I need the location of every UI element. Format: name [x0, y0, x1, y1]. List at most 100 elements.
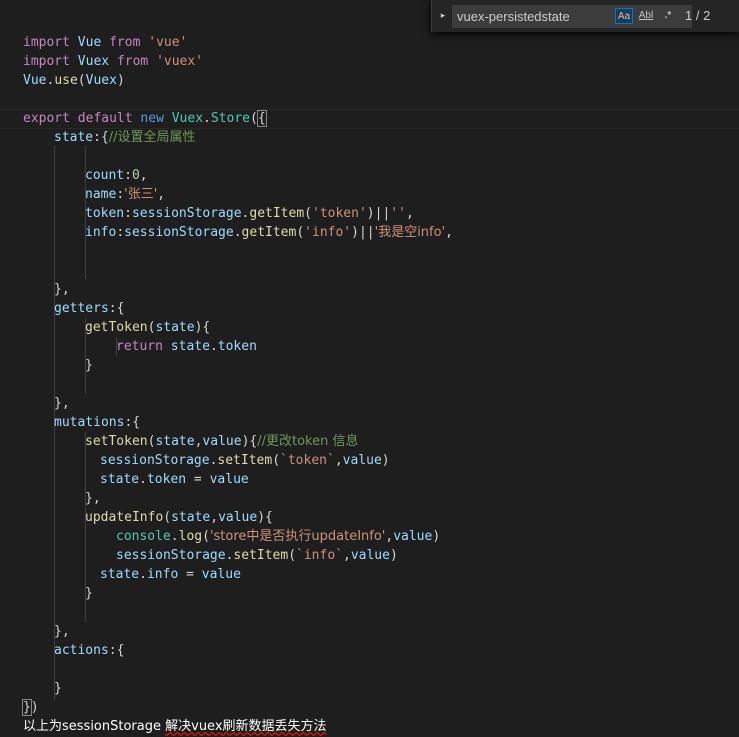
property-token: token: [85, 206, 125, 221]
punctuation-token: .: [139, 472, 147, 487]
identifier-token: value: [342, 453, 382, 468]
punctuation-token: (: [250, 111, 258, 126]
comment-token: //更改token 信息: [257, 434, 359, 449]
punctuation-token: (: [272, 453, 281, 468]
match-case-button[interactable]: Aa: [615, 8, 633, 24]
code-line-3: Vue.use(Vuex): [23, 71, 125, 90]
punctuation-token: ): [389, 548, 398, 563]
keyword-token: export: [23, 111, 70, 126]
punctuation-token: :{: [108, 301, 125, 316]
code-editor[interactable]: import Vue from 'vue' import Vuex from '…: [0, 0, 739, 737]
code-line-27: console.log('store中是否执行updateInfo',value…: [116, 527, 440, 546]
string-token: '张三': [124, 187, 158, 202]
property-token: mutations: [54, 415, 125, 430]
punctuation-token: ,: [334, 453, 343, 468]
keyword-token: import: [23, 54, 70, 69]
code-line-9: name:'张三',: [85, 185, 165, 204]
operator-token: =: [178, 567, 202, 582]
identifier-token: state: [162, 339, 210, 354]
parameter-token: state: [155, 434, 195, 449]
punctuation-token: (: [77, 73, 86, 88]
keyword-token: import: [23, 35, 70, 50]
regex-button[interactable]: .*: [659, 8, 677, 24]
punctuation-token: (: [304, 206, 312, 221]
parameter-token: value: [202, 434, 242, 449]
number-token: 0: [131, 168, 140, 183]
comment-token: //设置全局属性: [108, 130, 196, 145]
punctuation-token: ,: [157, 187, 166, 202]
find-input[interactable]: [457, 6, 612, 27]
property-token: getters: [54, 301, 109, 316]
punctuation-token: },: [85, 491, 101, 506]
identifier-token: Vuex: [85, 73, 117, 88]
string-token: `token`: [280, 453, 335, 468]
punctuation-token: ,: [445, 225, 453, 240]
code-line-22: setToken(state,value){//更改token 信息: [85, 432, 358, 451]
function-token: updateInfo: [85, 510, 164, 525]
string-token: 'vue': [140, 35, 188, 50]
identifier-token: sessionStorage: [124, 225, 234, 240]
punctuation-token: ,: [210, 510, 219, 525]
punctuation-token: ){: [241, 434, 258, 449]
punctuation-token: (: [202, 529, 210, 544]
parameter-token: state: [171, 510, 211, 525]
property-token: info: [146, 567, 179, 582]
caption-prefix: 以上为sessionStorage: [23, 719, 166, 734]
identifier-token: value: [393, 529, 433, 544]
code-line-36: }): [22, 698, 39, 717]
punctuation-token: (: [288, 548, 297, 563]
property-token: token: [146, 472, 187, 487]
identifier-token: sessionStorage: [100, 453, 210, 468]
code-line-6: state:{//设置全局属性: [54, 128, 196, 147]
string-token: `info`: [296, 548, 343, 563]
identifier-token: state: [100, 567, 140, 582]
punctuation-token: ,: [139, 168, 148, 183]
code-line-2: import Vuex from 'vuex': [23, 52, 203, 71]
property-token: state: [54, 130, 94, 145]
code-line-11: info:sessionStorage.getItem('info')||'我是…: [85, 223, 453, 242]
function-token: log: [178, 529, 203, 544]
toggle-replace-icon[interactable]: ▸: [437, 8, 449, 24]
punctuation-token: ){: [194, 320, 211, 335]
punctuation-token: .: [139, 567, 147, 582]
identifier-token: sessionStorage: [131, 206, 242, 221]
code-line-26: updateInfo(state,value){: [85, 508, 273, 527]
punctuation-token: ): [30, 700, 39, 715]
punctuation-token: )||: [351, 225, 375, 240]
code-line-24: state.token = value: [100, 470, 249, 489]
code-line-15: getters:{: [54, 299, 124, 318]
punctuation-token: .: [209, 339, 218, 354]
string-token: 'store中是否执行updateInfo': [209, 529, 386, 544]
punctuation-token: }: [85, 586, 93, 601]
identifier-token: console: [116, 529, 171, 544]
find-input-box[interactable]: Aa Abl .*: [452, 5, 692, 28]
punctuation-token: :{: [108, 643, 125, 658]
function-token: getItem: [241, 225, 297, 240]
caption-underlined: 解决vuex刷新数据丢失方法: [165, 719, 327, 734]
identifier-token: value: [350, 548, 390, 563]
code-line-28: sessionStorage.setItem(`info`,value): [116, 546, 398, 565]
code-line-35: }: [54, 679, 62, 698]
function-token: getItem: [249, 206, 305, 221]
code-line-20: },: [54, 394, 70, 413]
keyword-token: default: [69, 111, 133, 126]
whole-word-button[interactable]: Abl: [637, 8, 655, 24]
parameter-token: value: [218, 510, 258, 525]
punctuation-token: ): [116, 73, 125, 88]
keyword-token: from: [109, 35, 141, 50]
punctuation-token: :: [124, 206, 132, 221]
code-line-21: mutations:{: [54, 413, 140, 432]
punctuation-token: (: [296, 225, 305, 240]
identifier-token: Vue: [69, 35, 110, 50]
punctuation-token: (: [163, 510, 172, 525]
code-line-8: count:0,: [85, 166, 148, 185]
property-token: info: [85, 225, 117, 240]
punctuation-token: },: [54, 396, 70, 411]
find-widget: ▸ Aa Abl .* 1 / 2: [431, 0, 739, 32]
code-line-5: export default new Vuex.Store({: [23, 109, 267, 128]
identifier-token: value: [209, 472, 249, 487]
keyword-token: return: [116, 339, 163, 354]
punctuation-token: )||: [366, 206, 391, 221]
string-token: 'vuex': [148, 54, 204, 69]
property-token: token: [217, 339, 257, 354]
